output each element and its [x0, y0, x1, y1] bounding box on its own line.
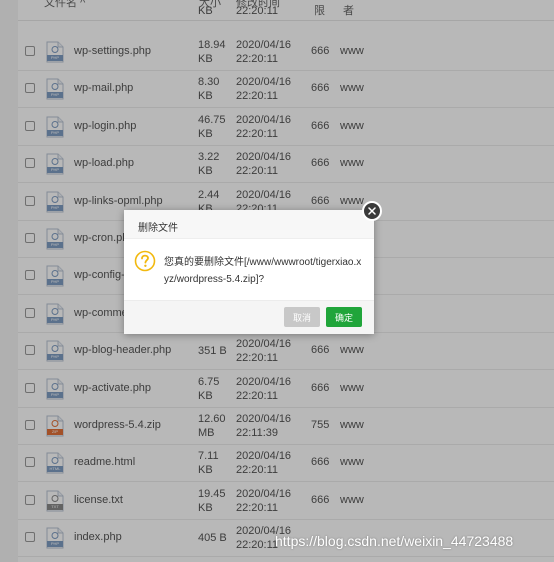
watermark: https://blog.csdn.net/weixin_44723488 [275, 533, 514, 549]
confirm-button[interactable]: 确定 [326, 307, 362, 327]
dialog-title-bar: 删除文件 [124, 210, 374, 239]
dialog-message: 您真的要删除文件[/www/wwwroot/tigerxiao.xyz/word… [164, 257, 362, 285]
dialog-title: 删除文件 [138, 223, 178, 234]
delete-file-dialog: 删除文件 您真的要删除文件[/www/wwwroot/tigerxiao.xyz… [124, 210, 374, 334]
close-icon[interactable] [362, 201, 382, 221]
cancel-button[interactable]: 取消 [284, 307, 320, 327]
dialog-footer: 取消 确定 [124, 300, 374, 334]
close-x-glyph [368, 207, 376, 215]
question-icon [134, 250, 156, 272]
